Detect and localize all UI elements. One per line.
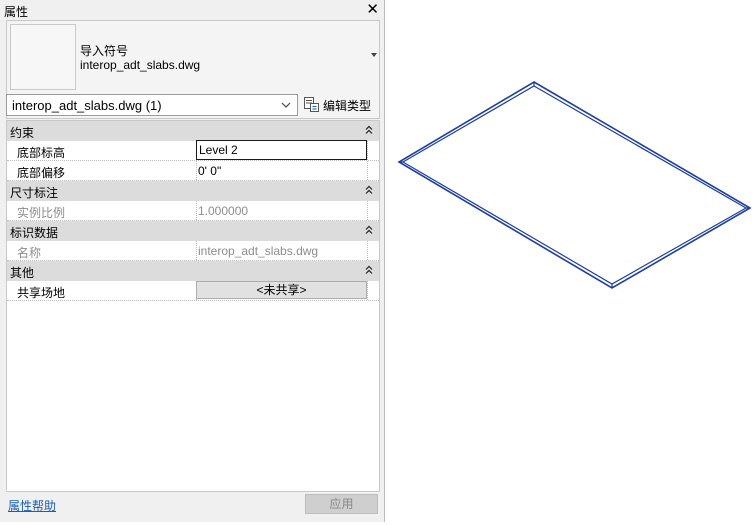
category-label: 约束 bbox=[10, 126, 35, 140]
category-label: 尺寸标注 bbox=[10, 186, 59, 200]
base-level-value: Level 2 bbox=[199, 143, 238, 157]
base-level-field[interactable]: Level 2 bbox=[196, 140, 367, 160]
property-name: 共享场地 bbox=[17, 286, 66, 300]
property-name: 实例比例 bbox=[17, 206, 66, 220]
property-row-base-offset[interactable]: 底部偏移 0' 0" bbox=[7, 161, 379, 181]
category-identity-data[interactable]: 标识数据 bbox=[7, 221, 379, 241]
property-row-name: 名称 interop_adt_slabs.dwg bbox=[7, 241, 379, 261]
instance-scale-value: 1.000000 bbox=[198, 204, 249, 218]
base-offset-value[interactable]: 0' 0" bbox=[198, 164, 221, 178]
palette-titlebar[interactable]: 属性 ✕ bbox=[0, 0, 385, 20]
column-divider bbox=[196, 201, 197, 220]
column-divider bbox=[196, 241, 197, 260]
type-name: interop_adt_slabs.dwg bbox=[80, 58, 201, 72]
instance-filter-dropdown[interactable]: interop_adt_slabs.dwg (1) bbox=[6, 94, 298, 116]
name-value: interop_adt_slabs.dwg bbox=[198, 244, 319, 258]
collapse-icon[interactable] bbox=[365, 185, 373, 195]
family-name: 导入符号 bbox=[80, 44, 129, 58]
chevron-down-icon bbox=[281, 102, 291, 108]
edit-type-label: 编辑类型 bbox=[323, 99, 372, 113]
category-label: 标识数据 bbox=[10, 226, 59, 240]
property-row-shared-site[interactable]: 共享场地 <未共享> bbox=[7, 281, 379, 301]
column-divider bbox=[367, 281, 368, 300]
category-other[interactable]: 其他 bbox=[7, 261, 379, 281]
category-constraints[interactable]: 约束 bbox=[7, 121, 379, 141]
palette-title: 属性 bbox=[4, 5, 29, 19]
property-row-instance-scale: 实例比例 1.000000 bbox=[7, 201, 379, 221]
column-divider bbox=[367, 201, 368, 220]
column-divider bbox=[367, 241, 368, 260]
properties-palette: 属性 ✕ 导入符号 interop_adt_slabs.dwg interop_… bbox=[0, 0, 385, 522]
slab-inner-edge bbox=[401, 85, 748, 285]
properties-grid: 约束 底部标高 Level 2 底部偏移 0' 0" 尺寸标注 实例比例 1.0… bbox=[6, 120, 380, 492]
properties-help-link[interactable]: 属性帮助 bbox=[8, 497, 56, 514]
property-name: 底部标高 bbox=[17, 146, 66, 160]
collapse-icon[interactable] bbox=[365, 225, 373, 235]
column-divider bbox=[367, 161, 368, 180]
collapse-icon[interactable] bbox=[365, 265, 373, 275]
type-preview-image bbox=[10, 24, 76, 90]
collapse-icon[interactable] bbox=[365, 125, 373, 135]
drawing-view[interactable] bbox=[386, 0, 756, 522]
edit-type-button[interactable]: 编辑类型 bbox=[302, 94, 382, 116]
shared-site-button[interactable]: <未共享> bbox=[196, 281, 367, 299]
property-name: 底部偏移 bbox=[17, 166, 66, 180]
edit-type-icon bbox=[304, 97, 319, 112]
category-label: 其他 bbox=[10, 266, 35, 280]
property-name: 名称 bbox=[17, 246, 42, 260]
column-divider bbox=[196, 161, 197, 180]
imported-slab-outline[interactable] bbox=[386, 0, 756, 522]
category-dimensions[interactable]: 尺寸标注 bbox=[7, 181, 379, 201]
instance-filter-value: interop_adt_slabs.dwg (1) bbox=[12, 98, 162, 113]
slab-outer-edge bbox=[397, 81, 752, 289]
dropdown-arrow-icon[interactable] bbox=[371, 53, 377, 57]
property-row-base-level[interactable]: 底部标高 Level 2 bbox=[7, 140, 379, 161]
close-icon[interactable]: ✕ bbox=[366, 1, 379, 19]
column-divider bbox=[367, 141, 368, 160]
apply-button[interactable]: 应用 bbox=[305, 494, 378, 514]
